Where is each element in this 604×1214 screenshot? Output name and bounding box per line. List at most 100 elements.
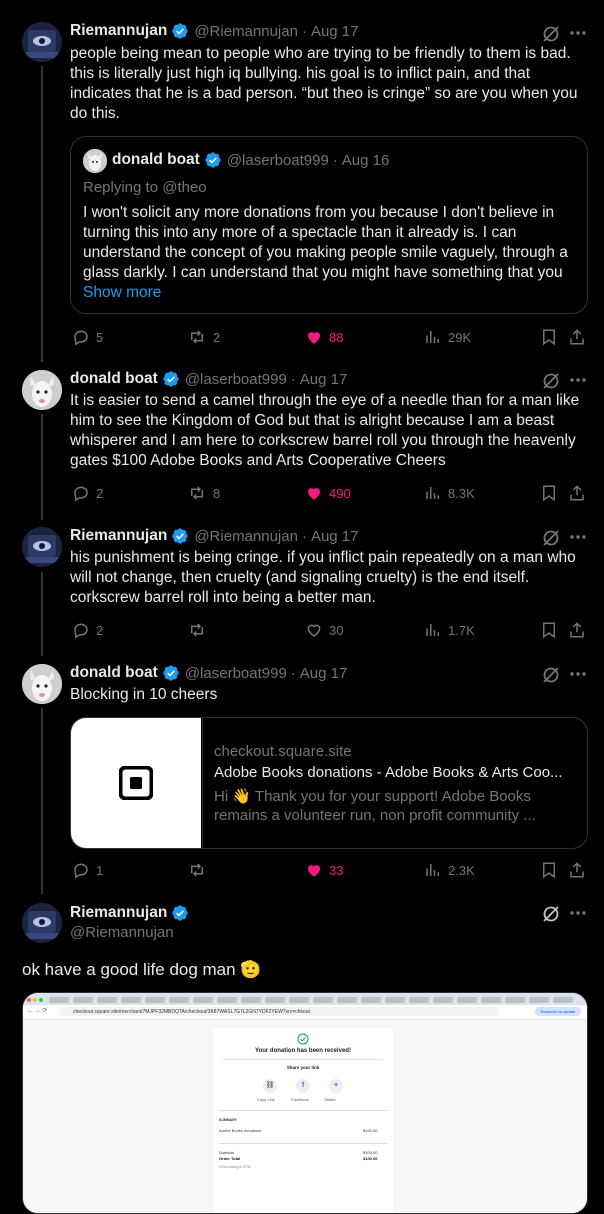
post-date[interactable]: Aug 17 (311, 23, 359, 40)
grok-icon[interactable] (541, 665, 561, 685)
views-count: 1.7K (448, 622, 475, 638)
attached-image[interactable]: ← → ⟳ checkout.square.site/merchant/7MJP… (22, 992, 588, 1214)
views-icon (426, 331, 439, 343)
summary-item-price: $100.00 (363, 1128, 378, 1133)
address-url: checkout.square.site/merchant/7MJPF32MBD… (73, 1009, 310, 1015)
bookmark-icon[interactable] (540, 328, 558, 346)
avatar[interactable] (22, 22, 62, 62)
share-icon[interactable] (568, 328, 586, 346)
avatar[interactable] (22, 370, 62, 410)
bookmark-icon[interactable] (540, 484, 558, 502)
reply-button[interactable]: 2 (72, 621, 103, 639)
more-icon[interactable] (569, 671, 587, 677)
grok-icon[interactable] (541, 528, 561, 548)
verified-icon (163, 371, 179, 387)
author-handle[interactable]: @Riemannujan (194, 23, 298, 40)
post-text-line: indicates that he is a bad person. “but … (70, 85, 578, 102)
author-name[interactable]: Riemannujan (70, 904, 167, 922)
receipt-panel: Your donation has been received! Share y… (213, 1028, 393, 1213)
reply-button[interactable]: 5 (72, 328, 103, 346)
show-more-link[interactable]: Show more (83, 283, 161, 303)
views-button[interactable]: 29K (424, 328, 471, 346)
repost-button[interactable]: 2 (187, 328, 220, 346)
grok-icon[interactable] (541, 371, 561, 391)
views-icon (426, 487, 439, 499)
like-button[interactable]: 33 (305, 861, 343, 879)
reply-button[interactable]: 1 (72, 861, 103, 879)
thread-line (41, 572, 43, 656)
author-handle[interactable]: @Riemannujan (70, 924, 174, 941)
verified-icon (205, 152, 221, 168)
like-button[interactable]: 88 (305, 328, 343, 346)
quoted-text-line: I won't solicit any more donations from … (83, 204, 555, 221)
share-icon[interactable] (568, 484, 586, 502)
post-text-line: Blocking in 10 cheers (70, 686, 218, 703)
order-total-value: $100.00 (363, 1156, 378, 1161)
card-desc-line: Hi 👋 Thank you for your support! Adobe B… (214, 788, 531, 805)
separator-dot: · (290, 664, 296, 682)
post-header: Riemannujan @Riemannujan · Aug 17 (70, 22, 359, 40)
post-text: Blocking in 10 cheers (70, 685, 217, 705)
repost-button[interactable]: 8 (187, 484, 220, 502)
author-handle[interactable]: @Riemannujan (194, 528, 298, 545)
browser-tabstrip (23, 993, 587, 1005)
post-date[interactable]: Aug 17 (311, 528, 359, 545)
post-text-line: him to see the Kingdom of God but that i… (70, 412, 555, 429)
main-post-text: ok have a good life dog man 🫡 (22, 960, 262, 979)
author-name[interactable]: donald boat (70, 664, 158, 682)
repost-count: 2 (213, 329, 221, 345)
views-button[interactable]: 2.3K (424, 861, 475, 879)
share-icon[interactable] (568, 861, 586, 879)
summary-label: SUMMARY (219, 1118, 237, 1122)
reply-count: 2 (96, 485, 104, 501)
post-date[interactable]: Aug 17 (300, 665, 348, 682)
views-button[interactable]: 1.7K (424, 621, 475, 639)
avatar[interactable] (22, 664, 62, 704)
avatar[interactable] (22, 903, 62, 943)
subtotal-label: Subtotal (219, 1150, 234, 1155)
quoted-text-line: understand the concept of you making peo… (83, 244, 568, 261)
more-icon[interactable] (569, 910, 587, 916)
views-count: 8.3K (448, 485, 475, 501)
reply-count: 1 (96, 862, 104, 878)
reply-icon (74, 330, 88, 346)
bookmark-icon[interactable] (540, 621, 558, 639)
donation-received: Your donation has been received! (255, 1048, 351, 1054)
avatar[interactable] (22, 527, 62, 567)
more-icon[interactable] (569, 534, 587, 540)
post-text-line: his punishment is being cringe. if you i… (70, 549, 576, 566)
quoted-avatar (83, 149, 107, 173)
post-text-line: will not change, then cruelty (and signa… (70, 569, 530, 586)
author-name[interactable]: Riemannujan (70, 22, 167, 40)
post-date[interactable]: Aug 17 (300, 371, 348, 388)
more-icon[interactable] (569, 30, 587, 36)
reply-button[interactable]: 2 (72, 484, 103, 502)
quoted-author-name: donald boat (112, 151, 200, 168)
post-header: donald boat @laserboat999 · Aug 17 (70, 664, 347, 682)
grok-icon[interactable] (541, 904, 561, 924)
author-handle[interactable]: @laserboat999 (185, 371, 287, 388)
author-name[interactable]: Riemannujan (70, 527, 167, 545)
repost-button[interactable] (187, 621, 213, 639)
share-icon[interactable] (568, 621, 586, 639)
separator-dot: · (290, 370, 296, 388)
separator-dot: · (301, 22, 307, 40)
like-button[interactable]: 30 (305, 621, 343, 639)
link-card[interactable]: checkout.square.site Adobe Books donatio… (70, 717, 588, 849)
quoted-post[interactable]: donald boat @laserboat999 · Aug 16 Reply… (70, 136, 588, 314)
author-name[interactable]: donald boat (70, 370, 158, 388)
share-link-label: Share your link (286, 1065, 320, 1070)
separator-dot: · (332, 151, 338, 169)
author-handle[interactable]: @laserboat999 (185, 665, 287, 682)
like-count: 30 (329, 622, 344, 638)
more-icon[interactable] (569, 377, 587, 383)
card-title: Adobe Books donations - Adobe Books & Ar… (214, 764, 563, 781)
repost-button[interactable] (187, 861, 213, 879)
link-icon: ⛓ (263, 1079, 277, 1093)
views-button[interactable]: 8.3K (424, 484, 475, 502)
grok-icon[interactable] (541, 24, 561, 44)
like-button[interactable]: 490 (305, 484, 351, 502)
verified-icon (172, 528, 189, 544)
subtotal-value: $100.00 (363, 1150, 378, 1155)
bookmark-icon[interactable] (540, 861, 558, 879)
